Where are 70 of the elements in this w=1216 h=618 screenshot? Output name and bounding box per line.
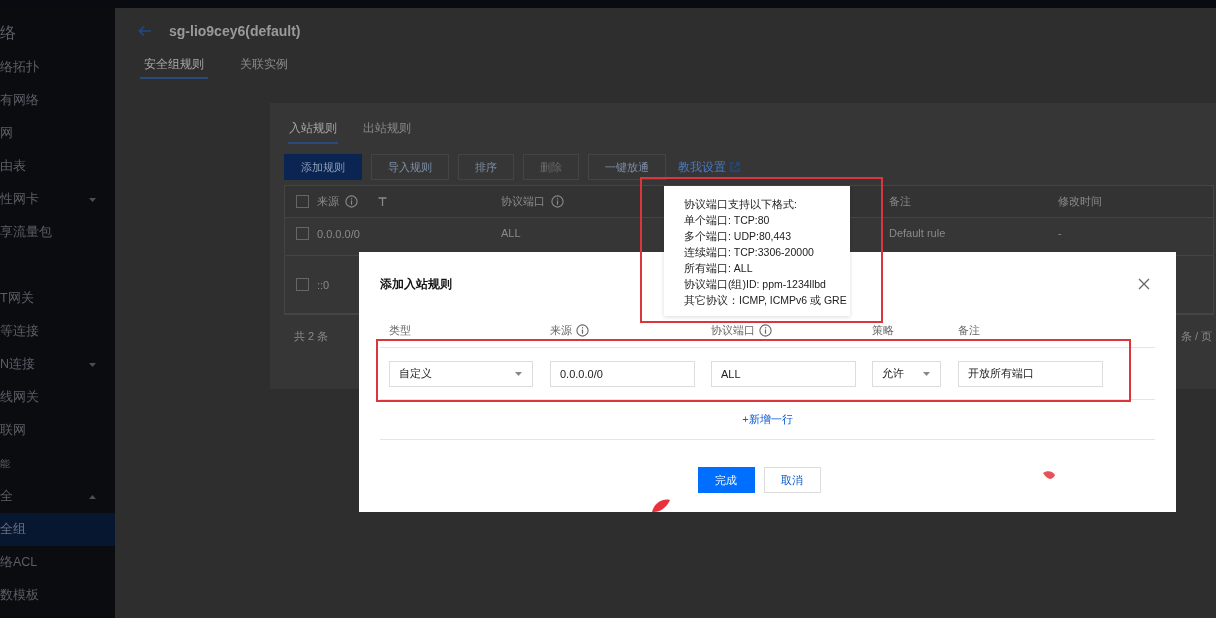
external-link-icon: [730, 162, 740, 172]
total-count: 共 2 条: [294, 329, 329, 344]
input-field[interactable]: 0.0.0.0/0: [550, 360, 695, 387]
checkbox[interactable]: [296, 278, 309, 291]
back-arrow-icon: [138, 25, 152, 37]
column-header: 类型: [389, 323, 411, 338]
sidebar-item[interactable]: 享流量包: [0, 216, 115, 249]
page-title: sg-lio9cey6(default): [169, 23, 301, 39]
sidebar-item[interactable]: N连接: [0, 348, 115, 381]
column-header: 修改时间: [1058, 194, 1102, 209]
tab[interactable]: 出站规则: [362, 120, 412, 144]
column-header: 来源: [317, 194, 339, 209]
column-header: 备注: [958, 323, 980, 338]
sidebar-item[interactable]: 网: [0, 117, 115, 150]
tooltip-text: 连续端口: TCP:3306-20000: [684, 245, 815, 260]
caret-down-icon: [922, 369, 931, 378]
sidebar-item[interactable]: 等连接: [0, 315, 115, 348]
column-header: 协议端口: [711, 323, 755, 338]
add-row-link[interactable]: +新增一行: [742, 412, 793, 427]
tooltip-text: 所有端口: ALL: [684, 261, 754, 276]
checkbox[interactable]: [296, 195, 309, 208]
sidebar-item[interactable]: 线网关: [0, 381, 115, 414]
sidebar-item[interactable]: 联网: [0, 414, 115, 447]
dropdown[interactable]: 允许: [872, 360, 941, 387]
close-button[interactable]: [1136, 276, 1152, 292]
tab[interactable]: 入站规则: [288, 120, 338, 144]
dialog-title: 添加入站规则: [380, 275, 452, 293]
petal-icon: [651, 498, 671, 514]
tooltip-text: 多个端口: UDP:80,443: [684, 229, 793, 244]
column-header: 协议端口: [501, 194, 545, 209]
dropdown[interactable]: 自定义: [389, 360, 533, 387]
sidebar-item[interactable]: 数模板: [0, 579, 115, 612]
tooltip-text: 协议端口(组)ID: ppm-1234llbd: [684, 277, 827, 292]
sidebar-title: 络: [0, 23, 17, 43]
sidebar-item[interactable]: 全组: [0, 513, 115, 546]
tab[interactable]: 安全组规则: [140, 55, 208, 79]
toolbar-button[interactable]: 导入规则: [371, 154, 449, 180]
column-header: 策略: [872, 323, 894, 338]
column-header: 来源: [550, 323, 572, 338]
cancel-button[interactable]: 取消: [763, 467, 821, 493]
table-cell: -: [1058, 227, 1062, 239]
sidebar-item[interactable]: 有网络: [0, 84, 115, 117]
column-header: 备注: [889, 194, 911, 209]
tab[interactable]: 关联实例: [236, 55, 292, 79]
sidebar-item[interactable]: 由表: [0, 150, 115, 183]
sidebar-item[interactable]: 性网卡: [0, 183, 115, 216]
table-cell: Default rule: [889, 227, 946, 239]
sidebar-item[interactable]: 全: [0, 480, 115, 513]
toolbar-button[interactable]: 添加规则: [284, 154, 362, 180]
page-size-label: 条 / 页: [1180, 329, 1212, 344]
toolbar-button[interactable]: 一键放通: [588, 154, 666, 180]
sidebar-item[interactable]: 络拓扑: [0, 51, 115, 84]
sidebar-item[interactable]: 络ACL: [0, 546, 115, 579]
help-link[interactable]: 教我设置: [678, 158, 740, 176]
table-cell: ALL: [501, 227, 521, 239]
confirm-button[interactable]: 完成: [697, 467, 755, 493]
tooltip-text: 其它协议：ICMP, ICMPv6 或 GRE: [684, 293, 848, 308]
table-cell: ::0: [317, 278, 330, 291]
sidebar-group-label: 能: [0, 456, 11, 471]
toolbar-button[interactable]: 排序: [458, 154, 514, 180]
petal-icon: [1042, 470, 1056, 482]
tooltip-text: 单个端口: TCP:80: [684, 213, 771, 228]
input-field[interactable]: ALL: [711, 360, 856, 387]
input-field[interactable]: 开放所有端口: [958, 360, 1103, 387]
close-icon: [1138, 278, 1150, 290]
table-cell: 0.0.0.0/0: [317, 227, 360, 240]
sidebar-item[interactable]: T网关: [0, 282, 115, 315]
checkbox[interactable]: [296, 227, 309, 240]
tooltip-text: 协议端口支持以下格式:: [684, 197, 798, 212]
caret-down-icon: [514, 369, 523, 378]
